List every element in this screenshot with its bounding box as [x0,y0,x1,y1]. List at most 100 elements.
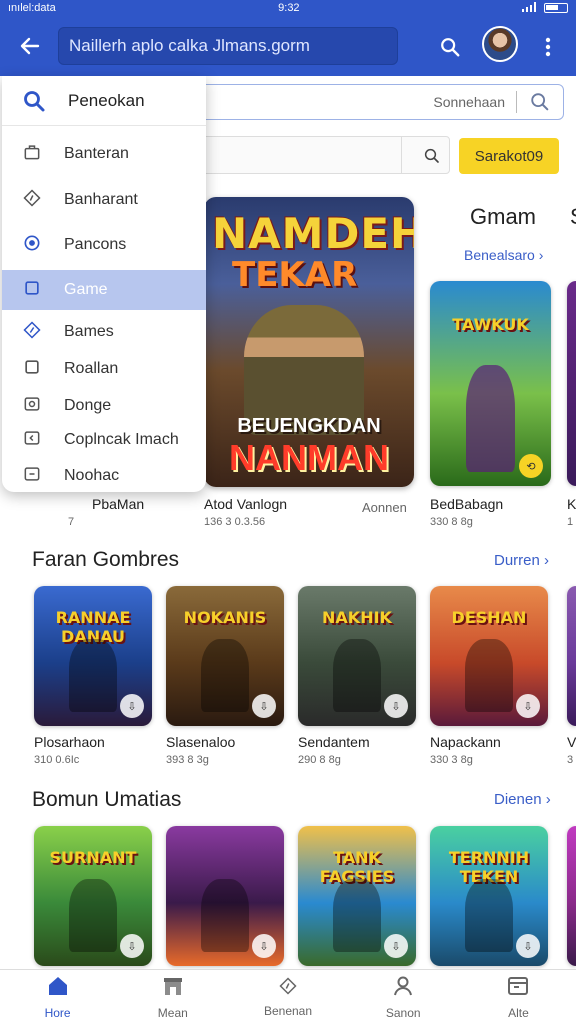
diamond-icon [22,320,42,345]
nav-item-hore[interactable]: Hore [0,970,115,1024]
chevron-right-icon: › [538,247,544,263]
search-icon[interactable] [529,91,551,118]
game-tile-art-title: TAWKUK [452,315,529,334]
filter-field[interactable] [200,136,450,174]
featured-subtitle-1: BEUENGKDAN [237,415,381,437]
search-icon[interactable] [423,147,441,170]
game-tile[interactable]: TANK FAGSIES ⇩ [298,826,416,966]
filter-button[interactable]: Sarakot09 [459,138,559,174]
game-tile[interactable]: NOKANIS ⇩ [166,586,284,726]
game-tile[interactable]: SURNANT ⇩ [34,826,152,966]
battery-icon [544,3,568,13]
download-icon[interactable]: ⇩ [252,694,276,718]
game-tile-figure [333,639,381,712]
game-tile[interactable] [567,586,576,726]
game-tile[interactable]: NAKHIK ⇩ [298,586,416,726]
tag-icon [22,188,42,213]
section-link-more[interactable]: Durren › [494,552,549,569]
menu-item-game[interactable]: Game [2,270,206,310]
game-title: K [567,496,576,512]
menu-item-pancons[interactable]: Pancons [2,225,206,265]
game-meta: 1 [567,516,574,528]
section-link-more[interactable]: Benealsaro › [464,247,543,263]
person-icon [391,974,415,1003]
game-tile-figure [333,879,381,952]
game-title: PbaMan [92,496,145,512]
menu-item-bames[interactable]: Bames [2,312,206,352]
game-title: Slasenaloo [166,734,236,750]
search-input[interactable]: Sonnehaan [180,84,564,120]
back-button[interactable] [12,28,48,64]
download-icon[interactable]: ⇩ [120,934,144,958]
section-link-label: Dienen [494,791,542,808]
square-icon [22,278,42,303]
record-icon [22,233,42,258]
section-title-games: Gmam [470,204,536,229]
download-icon[interactable]: ⇩ [384,934,408,958]
status-time: 9:32 [278,2,300,14]
game-tile[interactable]: DESHAN ⇩ [430,586,548,726]
download-icon[interactable]: ⟲ [519,454,543,478]
game-tile-figure [465,639,513,712]
menu-search-header[interactable]: Peneokan [2,76,206,126]
download-icon[interactable]: ⇩ [516,694,540,718]
section-title-bomun-umatias: Bomun Umatias [32,788,182,811]
status-icons [522,1,568,15]
nav-item-benenan[interactable]: Benenan [230,970,345,1024]
game-tile-figure [69,879,117,952]
game-meta: 7 [68,516,75,528]
menu-item-donge[interactable]: Donge [2,389,206,423]
arrow-left-icon [20,37,40,55]
featured-title-top: NAMDEH [212,209,414,258]
menu-item-banteran[interactable]: Banteran [2,134,206,174]
menu-item-roallan[interactable]: Roallan [2,352,206,386]
download-icon[interactable]: ⇩ [120,694,144,718]
filter-divider [401,137,402,173]
section-title-partial: S [570,204,576,230]
featured-game-card[interactable]: NAMDEH TEKAR BEUENGKDAN NANMAN [204,197,414,487]
game-tile-partial[interactable] [567,281,576,486]
game-tile[interactable]: ⇩ [166,826,284,966]
download-icon[interactable]: ⇩ [384,694,408,718]
game-tile[interactable] [567,826,576,966]
nav-item-sanon[interactable]: Sanon [346,970,461,1024]
game-meta: 290 8 8g [298,754,341,766]
game-tile-art-title: NOKANIS [183,608,267,627]
game-tile-art-title: SURNANT [49,848,137,867]
game-tile-bedbabagn[interactable]: TAWKUK ⟲ [430,281,551,486]
game-meta: 330 8 8g [430,516,473,528]
menu-item-coplncak-imach[interactable]: Coplncak Imach [2,423,206,457]
chevron-right-icon: › [544,552,550,569]
game-tile[interactable]: RANNAE DANAU ⇩ [34,586,152,726]
game-title: V [567,734,576,750]
chevron-right-icon: › [545,791,551,808]
nav-item-alte[interactable]: Alte [461,970,576,1024]
search-icon [24,90,45,111]
download-icon[interactable]: ⇩ [516,934,540,958]
game-tile[interactable]: TERNNIH TEKEN ⇩ [430,826,548,966]
game-title: Napackann [430,734,501,750]
menu-item-label: Donge [64,397,112,414]
menu-item-banharant[interactable]: Banharant [2,180,206,220]
nav-item-label: Benenan [263,1004,313,1018]
signal-icon [522,1,536,15]
section-link-more[interactable]: Dienen › [494,791,551,808]
nav-item-mean[interactable]: Mean [115,970,230,1024]
menu-item-label: Roallan [64,360,119,377]
menu-item-label: Banharant [64,191,138,208]
search-placeholder: Sonnehaan [433,94,505,110]
game-title: Plosarhaon [34,734,105,750]
section-link-label: Benealsaro [464,247,535,263]
menu-item-noohac[interactable]: Noohac [2,459,206,492]
download-icon[interactable]: ⇩ [252,934,276,958]
circle-box-icon [22,394,42,419]
game-tile-figure [466,365,515,472]
url-field[interactable]: Naillerh aplo calka Jlmans.gorm [58,27,398,65]
game-title: BedBabagn [430,496,504,512]
avatar[interactable] [482,26,518,62]
search-button[interactable] [436,33,464,61]
dropdown-menu: Peneokan Banteran Banharant Pancons Game Bam… [2,76,206,492]
game-meta: 310 0.6Ic [34,754,80,766]
more-button[interactable] [538,33,558,61]
featured-title-mid: TEKAR [232,255,358,295]
